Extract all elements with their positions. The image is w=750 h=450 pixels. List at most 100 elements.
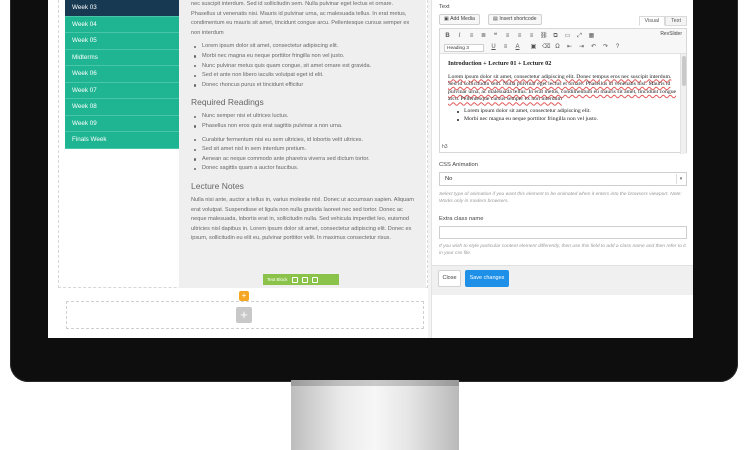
unlink-icon[interactable]: ⧉ (552, 33, 559, 40)
editor-body[interactable]: Introduction + Lecture 01 + Lecture 02 L… (440, 54, 686, 123)
align-left-icon[interactable]: ≡ (504, 33, 511, 40)
css-animation-help: Select type of animation if you want thi… (439, 192, 682, 204)
chevron-down-icon: ▾ (676, 174, 685, 184)
redo-icon[interactable]: ↷ (602, 44, 609, 51)
add-row-button[interactable]: + (236, 307, 252, 323)
list-item: Phasellus non eros quis erat sagittis pu… (191, 122, 418, 132)
scroll-thumb[interactable] (682, 56, 686, 86)
list-item: Donec sagittis quam a auctor faucibus. (191, 164, 418, 174)
align-right-icon[interactable]: ≡ (528, 33, 535, 40)
clear-format-icon[interactable]: ⌫ (542, 44, 550, 51)
monitor-stand (291, 380, 459, 450)
extra-class-label: Extra class name (439, 216, 484, 222)
editor-tabs: Visual Text (638, 16, 687, 26)
list-item: Nunc pulvinar metus quis quam congue, si… (191, 62, 418, 72)
italic-icon[interactable]: I (456, 33, 463, 40)
week-tab[interactable]: Week 06 (65, 66, 179, 83)
close-button[interactable]: Close (438, 270, 461, 287)
help-icon[interactable]: ? (614, 44, 621, 51)
bullet-list-3: Curabitur fermentum nisi eu sem ultricie… (191, 136, 418, 174)
css-animation-label: CSS Animation (439, 162, 478, 168)
add-element-button[interactable]: + (239, 291, 249, 301)
revslider-button[interactable]: RevSlider (660, 31, 682, 37)
add-media-button[interactable]: ▣ Add Media (439, 14, 480, 25)
content-block[interactable]: nec suscipit interdum. Sed id sollicitud… (179, 0, 426, 288)
indent-icon[interactable]: ⇥ (578, 44, 585, 51)
bullet-list-1: Lorem ipsum dolor sit amet, consectetur … (191, 42, 418, 90)
stand-shadow (291, 380, 459, 386)
tab-visual[interactable]: Visual (638, 16, 666, 26)
insert-shortcode-label: Insert shortcode (499, 16, 537, 22)
delete-icon[interactable] (311, 276, 318, 283)
lecture-notes-heading: Lecture Notes (191, 180, 244, 191)
tab-text[interactable]: Text (665, 16, 687, 26)
undo-icon[interactable]: ↶ (590, 44, 597, 51)
format-select[interactable]: Heading 3 (444, 44, 484, 52)
text-color-icon[interactable]: A (514, 44, 521, 51)
editor-paragraph: Lorem ipsum dolor sit amet, consectetur … (448, 73, 677, 103)
edit-panel: Text ▣ Add Media ▤ Insert shortcode Visu… (431, 0, 693, 338)
week-tab[interactable]: Week 04 (65, 16, 179, 33)
intro-paragraph: nec suscipit interdum. Sed id sollicitud… (191, 1, 410, 36)
required-readings-heading: Required Readings (191, 97, 264, 108)
editor-toolbar: B I ≡ ≣ ❝ ≡ ≡ ≡ ⛓ ⧉ ▭ ⤢ ▦ RevSlider Head… (440, 29, 686, 54)
edit-icon[interactable] (291, 276, 298, 283)
text-label: Text (439, 4, 450, 10)
paste-text-icon[interactable]: ▣ (530, 44, 537, 51)
underline-icon[interactable]: U (490, 44, 497, 51)
list-item: Morbi nec magna eu neque porttitor fring… (191, 52, 418, 62)
list-item: Lorem ipsum dolor sit amet, consectetur … (191, 42, 418, 52)
list-item: Donec rhoncus purus et tincidunt efficit… (191, 81, 418, 91)
week-tab[interactable]: Week 09 (65, 115, 179, 132)
monitor-screen: Week 03 Week 04 Week 05 Midterms Week 06 Week… (48, 0, 693, 338)
media-icon: ▣ (444, 16, 449, 22)
panel-footer: Close Save changes (432, 265, 693, 295)
page-builder: Week 03 Week 04 Week 05 Midterms Week 06 Week… (48, 0, 428, 338)
editor-list-item: Lorem ipsum dolor sit amet, consectetur … (456, 108, 678, 116)
kitchen-sink-icon[interactable]: ▦ (588, 33, 595, 40)
justify-icon[interactable]: ≡ (502, 44, 509, 51)
extra-class-input[interactable] (439, 226, 687, 239)
rich-text-editor[interactable]: B I ≡ ≣ ❝ ≡ ≡ ≡ ⛓ ⧉ ▭ ⤢ ▦ RevSlider Head… (439, 28, 687, 154)
list-item: Nunc semper nisi et ultrices luctus. (191, 112, 418, 122)
element-toolbar[interactable]: Text Block (263, 274, 339, 285)
list-item: Sed sit amet nisl in sem interdum pretiu… (191, 145, 418, 155)
insert-shortcode-button[interactable]: ▤ Insert shortcode (488, 14, 542, 25)
link-icon[interactable]: ⛓ (540, 33, 548, 40)
list-item: Curabitur fermentum nisi eu sem ultricie… (191, 136, 418, 146)
week-tabs: Week 03 Week 04 Week 05 Midterms Week 06 Week… (65, 0, 179, 149)
clone-icon[interactable] (301, 276, 308, 283)
week-tab[interactable]: Week 03 (65, 0, 179, 17)
week-tab[interactable]: Week 05 (65, 33, 179, 50)
save-changes-button[interactable]: Save changes (465, 270, 509, 287)
week-tab[interactable]: Midterms (65, 49, 179, 66)
css-animation-value: No (445, 176, 453, 182)
week-tab[interactable]: Week 07 (65, 82, 179, 99)
numbered-icon[interactable]: ≣ (480, 33, 487, 40)
bold-icon[interactable]: B (444, 33, 451, 40)
editor-path: h3 (442, 144, 448, 150)
bullet-list-2: Nunc semper nisi et ultrices luctus. Phas… (191, 112, 418, 131)
quote-icon[interactable]: ❝ (492, 33, 499, 40)
editor-scrollbar[interactable] (680, 54, 686, 154)
editor-list: Lorem ipsum dolor sit amet, consectetur … (456, 108, 678, 123)
outdent-icon[interactable]: ⇤ (566, 44, 573, 51)
shortcode-icon: ▤ (493, 16, 498, 22)
add-media-label: Add Media (450, 16, 475, 22)
extra-class-help: If you wish to style particular content … (439, 244, 686, 256)
week-tab[interactable]: Week 08 (65, 99, 179, 116)
editor-list-item: Morbi nec magna eu neque porttitor fring… (456, 116, 678, 124)
notes-paragraph: Nulla nisi ante, auctor a tellus in, var… (191, 196, 414, 242)
align-center-icon[interactable]: ≡ (516, 33, 523, 40)
css-animation-select[interactable]: No ▾ (439, 172, 687, 186)
fullscreen-icon[interactable]: ⤢ (576, 33, 583, 40)
bullets-icon[interactable]: ≡ (468, 33, 475, 40)
list-item: Aenean ac neque commodo ante pharetra vi… (191, 155, 418, 165)
special-char-icon[interactable]: Ω (554, 44, 561, 51)
editor-heading: Introduction + Lecture 01 + Lecture 02 (448, 60, 552, 67)
list-item: Sed et ante non libero iaculis volutpat … (191, 71, 418, 81)
week-tab[interactable]: Finals Week (65, 132, 179, 149)
element-label[interactable]: Text Block (267, 274, 288, 285)
more-icon[interactable]: ▭ (564, 33, 571, 40)
monitor-scene: { "sidebar": { "weeks": [ {"label": "Wee… (0, 0, 750, 450)
